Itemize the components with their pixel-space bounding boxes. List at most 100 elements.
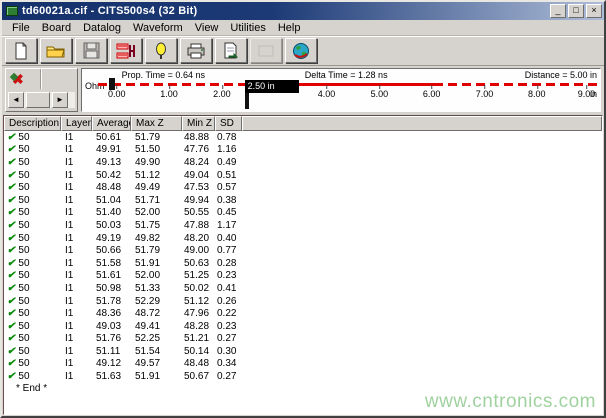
table-row[interactable]: ✔ 50 I1 49.91 51.50 47.76 1.16 [4,144,602,157]
sd-cell: 0.49 [215,157,242,168]
table-row[interactable]: ✔ 50 I1 48.48 49.49 47.53 0.57 [4,181,602,194]
pass-check-icon: ✔ [7,308,15,319]
description-cell: 50 [18,358,29,369]
close-button[interactable]: × [586,4,602,18]
min-z-cell: 48.88 [182,132,215,143]
description-cell: 50 [18,321,29,332]
description-cell: 50 [18,283,29,294]
new-document-button[interactable] [5,38,37,63]
web-button[interactable] [285,38,317,63]
pass-check-icon: ✔ [7,333,15,344]
open-file-button[interactable] [40,38,72,63]
menu-item[interactable]: Help [272,21,307,35]
table-row[interactable]: ✔ 50 I1 51.04 51.71 49.94 0.38 [4,194,602,207]
max-z-cell: 52.29 [131,296,182,307]
average-cell: 50.61 [92,132,131,143]
minimize-button[interactable]: _ [550,4,566,18]
title-bar[interactable]: td60021a.cif - CITS500s4 (32 Bit) _ □ × [2,2,604,20]
table-row[interactable]: ✔ 50 I1 49.19 49.82 48.20 0.40 [4,232,602,245]
average-cell: 51.11 [92,346,131,357]
menu-item[interactable]: Utilities [224,21,271,35]
table-header: DescriptionLayerAverageMax ZMin ZSD [4,116,602,131]
layer-cell: I1 [61,371,92,382]
menu-item[interactable]: Board [36,21,77,35]
cursor-stem[interactable] [245,93,249,109]
layer-cell: I1 [61,170,92,181]
pass-check-icon: ✔ [7,207,15,218]
probe-button[interactable] [145,38,177,63]
average-cell: 49.12 [92,358,131,369]
average-cell: 50.98 [92,283,131,294]
sd-cell: 0.38 [215,195,242,206]
ruler-tick: 7.00 [476,89,494,99]
menu-item[interactable]: File [6,21,36,35]
sd-cell: 0.27 [215,333,242,344]
table-row[interactable]: ✔ 50 I1 51.78 52.29 51.12 0.26 [4,295,602,308]
print-button[interactable] [180,38,212,63]
sd-cell: 0.23 [215,270,242,281]
report-export-button[interactable] [215,38,247,63]
ruler-tick: 6.00 [423,89,441,99]
table-row[interactable]: ✔ 50 I1 51.63 51.91 50.67 0.27 [4,370,602,383]
ruler-line-dashed-right [434,83,598,86]
average-cell: 51.78 [92,296,131,307]
table-row[interactable]: ✔ 50 I1 49.03 49.41 48.28 0.23 [4,320,602,333]
average-cell: 48.36 [92,308,131,319]
table-row[interactable]: ✔ 50 I1 51.76 52.25 51.21 0.27 [4,333,602,346]
divider [40,69,41,89]
prop-time-label: Prop. Time = 0.64 ns [122,70,205,80]
description-cell: 50 [18,333,29,344]
table-row[interactable]: ✔ 50 I1 50.03 51.75 47.88 1.17 [4,219,602,232]
min-z-cell: 50.02 [182,283,215,294]
table-row[interactable]: ✔ 50 I1 48.36 48.72 47.96 0.22 [4,307,602,320]
table-row[interactable]: ✔ 50 I1 51.40 52.00 50.55 0.45 [4,207,602,220]
sd-cell: 0.77 [215,245,242,256]
table-row[interactable]: ✔ 50 I1 51.11 51.54 50.14 0.30 [4,345,602,358]
pass-check-icon: ✔ [7,245,15,256]
waveform-ruler[interactable]: Prop. Time = 0.64 ns Delta Time = 1.28 n… [81,68,601,112]
table-row[interactable]: ✔ 50 I1 51.61 52.00 51.25 0.23 [4,270,602,283]
table-row[interactable]: ✔ 50 I1 50.42 51.12 49.04 0.51 [4,169,602,182]
sd-cell: 0.26 [215,296,242,307]
pass-check-icon: ✔ [7,258,15,269]
save-button[interactable] [75,38,107,63]
table-row[interactable]: ✔ 50 I1 49.13 49.90 48.24 0.49 [4,156,602,169]
scroll-trough[interactable] [68,92,75,108]
menu-item[interactable]: Waveform [127,21,189,35]
results-table: DescriptionLayerAverageMax ZMin ZSD ✔ 50… [3,115,603,415]
max-z-cell: 51.50 [131,144,182,155]
menu-item[interactable]: Datalog [77,21,127,35]
layer-cell: I1 [61,358,92,369]
board-test-button[interactable] [110,38,142,63]
min-z-cell: 47.96 [182,308,215,319]
disabled-tool-button [250,38,282,63]
ruler-unit-suffix: in [590,89,597,99]
layer-cell: I1 [61,270,92,281]
layer-cell: I1 [61,245,92,256]
table-row[interactable]: ✔ 50 I1 50.61 51.79 48.88 0.78 [4,131,602,144]
description-cell: 50 [18,157,29,168]
table-row[interactable]: ✔ 50 I1 51.58 51.91 50.63 0.28 [4,257,602,270]
table-row[interactable]: ✔ 50 I1 50.66 51.79 49.00 0.77 [4,244,602,257]
ruler-line-solid [298,83,434,86]
sd-cell: 0.34 [215,358,242,369]
table-row[interactable]: ✔ 50 I1 49.12 49.57 48.48 0.34 [4,358,602,371]
min-z-cell: 51.21 [182,333,215,344]
menu-item[interactable]: View [189,21,225,35]
average-cell: 51.58 [92,258,131,269]
min-z-cell: 47.76 [182,144,215,155]
scroll-thumb[interactable] [26,92,50,108]
maximize-button[interactable]: □ [568,4,584,18]
scroll-right-button[interactable]: ► [52,92,68,108]
abort-test-icon[interactable]: ✖ [12,71,24,87]
layer-cell: I1 [61,195,92,206]
cursor-position-readout[interactable]: 2.50 in [245,80,299,93]
ruler-tick: 2.00 [213,89,231,99]
min-z-cell: 49.04 [182,170,215,181]
max-z-cell: 51.12 [131,170,182,181]
pass-check-icon: ✔ [7,132,15,143]
table-row[interactable]: ✔ 50 I1 50.98 51.33 50.02 0.41 [4,282,602,295]
scroll-left-button[interactable]: ◄ [8,92,24,108]
average-cell: 50.03 [92,220,131,231]
board-test-icon [116,42,136,60]
